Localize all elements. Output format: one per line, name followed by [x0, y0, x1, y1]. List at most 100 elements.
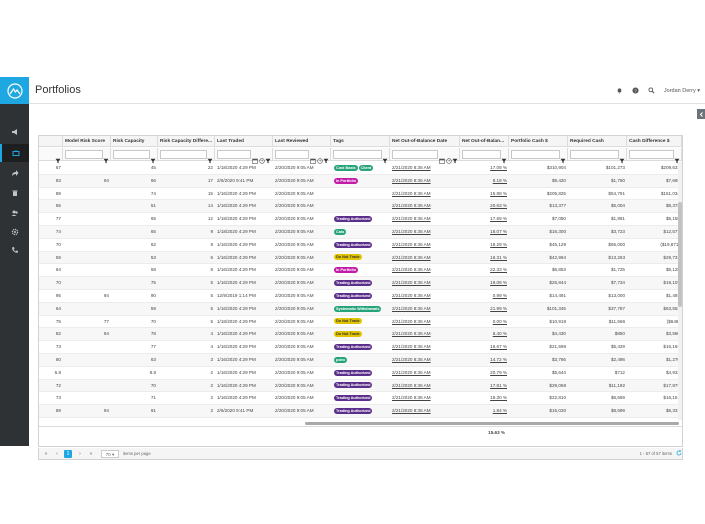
header-portfolio-cash-col[interactable]: Portfolio Cash $ [509, 136, 568, 147]
table-row[interactable]: 60 63 3 1/16/2020 4:29 PM 2/20/2020 9:05 AM p… [39, 354, 682, 367]
cell-net-out-of-balance-date-col[interactable]: 2/21/2020 8:36 AM [390, 188, 460, 201]
tag-badge[interactable]: Trading Authorized [334, 343, 373, 350]
table-row[interactable]: 83 94 66 17 2/6/2020 9:41 PM 2/20/2020 9:05 A… [39, 174, 682, 188]
search-button[interactable] [644, 77, 660, 104]
notifications-button[interactable] [612, 77, 628, 104]
table-row[interactable]: 89 94 91 2 2/6/2020 9:41 PM 2/20/2020 9:05 AM… [39, 405, 682, 418]
table-row[interactable]: 95 94 90 5 12/9/2019 1:14 PM 2/20/2020 9:05 A… [39, 290, 682, 303]
filter-funnel-icon[interactable] [103, 151, 109, 164]
cell-net-out-of-balance-date-col[interactable]: 2/21/2020 8:36 AM [390, 200, 460, 213]
cell-net-out-of-balance-col[interactable]: 19.30 % [460, 392, 509, 405]
cell-net-out-of-balance-col[interactable]: 20.79 % [460, 367, 509, 380]
header-net-out-of-balance-date-col[interactable]: Net Out-of-Balance Date [390, 136, 460, 147]
tag-badge[interactable]: Trading Authorized [334, 369, 373, 376]
table-row[interactable]: 65 51 14 1/16/2020 4:29 PM 2/20/2020 9:05 AM… [39, 200, 682, 214]
tag-badge[interactable]: Trading Authorized [334, 279, 373, 286]
filter-funnel-icon[interactable] [501, 151, 507, 164]
cell-net-out-of-balance-date-col[interactable]: 2/21/2020 8:36 AM [390, 252, 460, 265]
tag-badge[interactable]: Cost Basis [334, 164, 358, 171]
header-tags-col[interactable]: Tags [331, 136, 390, 147]
filter-funnel-icon[interactable] [619, 151, 625, 164]
cell-net-out-of-balance-date-col[interactable]: 2/21/2020 8:36 AM [390, 213, 460, 226]
table-row[interactable]: 59 53 6 1/16/2020 4:29 PM 2/20/2020 9:05 AM D… [39, 251, 682, 265]
vertical-scroll-thumb[interactable] [678, 202, 682, 307]
cell-net-out-of-balance-col[interactable]: 19.08 % [460, 277, 509, 290]
cell-net-out-of-balance-col[interactable]: 15.88 % [460, 188, 509, 201]
cell-net-out-of-balance-col[interactable]: 1.84 % [460, 405, 509, 418]
header-model-risk-score-col[interactable]: Model Risk Score [63, 136, 111, 147]
cell-net-out-of-balance-date-col[interactable]: 2/21/2020 8:36 AM [390, 264, 460, 277]
calendar-icon[interactable] [439, 151, 445, 164]
tag-badge[interactable]: In Portfolio [334, 267, 359, 274]
user-menu[interactable]: Jordan Derry ▾ [664, 88, 700, 94]
cell-net-out-of-balance-date-col[interactable]: 2/21/2020 8:36 AM [390, 341, 460, 354]
cell-net-out-of-balance-date-col[interactable]: 2/21/2020 8:36 AM [390, 316, 460, 329]
filter-input[interactable] [217, 150, 251, 159]
filter-funnel-icon[interactable] [207, 151, 213, 164]
refresh-button[interactable] [675, 449, 683, 458]
calendar-icon[interactable] [252, 151, 258, 164]
page-size-select[interactable]: 70 ▾ [101, 450, 119, 458]
tag-badge[interactable]: Trading Authorized [334, 241, 373, 248]
tag-badge[interactable]: In Portfolio [334, 177, 359, 184]
cell-net-out-of-balance-date-col[interactable]: 2/21/2020 8:36 AM [390, 290, 460, 303]
sidebar-item-users[interactable] [0, 204, 29, 222]
pager-next-button[interactable]: › [76, 450, 84, 458]
tag-badge[interactable]: Systematic Withdrawals [334, 305, 382, 312]
filter-funnel-icon[interactable] [55, 151, 61, 164]
filter-funnel-icon[interactable] [674, 151, 680, 164]
cell-net-out-of-balance-date-col[interactable]: 2/21/2020 8:36 AM [390, 405, 460, 418]
tag-badge[interactable]: Client [358, 164, 374, 171]
filter-input[interactable] [629, 150, 674, 159]
filter-funnel-icon[interactable] [452, 151, 458, 164]
tag-badge[interactable]: Trading Authorized [334, 407, 373, 414]
cell-net-out-of-balance-date-col[interactable]: 2/21/2020 8:36 AM [390, 277, 460, 290]
filter-input[interactable] [511, 150, 560, 159]
pager-prev-button[interactable]: ‹ [53, 450, 61, 458]
table-row[interactable]: 73 77 4 1/16/2020 4:29 PM 2/20/2020 9:05 AM T… [39, 341, 682, 354]
cell-net-out-of-balance-col[interactable]: 17.81 % [460, 380, 509, 393]
filter-input[interactable] [570, 150, 619, 159]
table-row[interactable]: 67 45 22 1/18/2020 4:29 PM 2/20/2020 9:05 AM… [39, 162, 682, 175]
cell-net-out-of-balance-col[interactable]: 20.63 % [460, 200, 509, 213]
table-row[interactable]: 82 94 78 4 1/16/2020 4:29 PM 2/20/2020 9:05 A… [39, 328, 682, 342]
filter-funnel-icon[interactable] [323, 151, 329, 164]
tag-badge[interactable]: Trading Authorized [334, 292, 373, 299]
filter-input[interactable] [333, 150, 382, 159]
cell-net-out-of-balance-col[interactable]: 8.18 % [460, 175, 509, 188]
cell-net-out-of-balance-col[interactable]: 14.72 % [460, 354, 509, 367]
cell-net-out-of-balance-date-col[interactable]: 2/21/2020 8:36 AM [390, 303, 460, 316]
cell-net-out-of-balance-col[interactable]: 21.99 % [460, 303, 509, 316]
filter-input[interactable] [392, 150, 438, 159]
table-row[interactable]: 77 65 12 1/18/2020 4:29 PM 2/20/2020 9:05 AM… [39, 213, 682, 226]
cell-net-out-of-balance-date-col[interactable]: 2/21/2020 8:36 AM [390, 380, 460, 393]
table-row[interactable]: 70 62 8 1/16/2020 4:29 PM 2/20/2020 9:05 AM T… [39, 239, 682, 252]
table-row[interactable]: 6.8 8.8 2 1/16/2020 4:29 PM 2/20/2020 9:05 A… [39, 367, 682, 380]
panel-toggle-button[interactable] [697, 109, 705, 119]
filter-funnel-icon[interactable] [150, 151, 156, 164]
sidebar-item-announcements[interactable] [0, 123, 29, 141]
header-last-traded-col[interactable]: Last Traded [215, 136, 273, 147]
cell-net-out-of-balance-col[interactable]: 0.99 % [460, 290, 509, 303]
sidebar-item-reports[interactable] [0, 184, 29, 202]
header-risk-capacity-difference-col[interactable]: Risk Capacity Differe... [158, 136, 215, 147]
sidebar-item-settings[interactable] [0, 223, 29, 241]
cell-net-out-of-balance-date-col[interactable]: 2/21/2020 8:36 AM [390, 175, 460, 188]
table-row[interactable]: 64 59 5 1/16/2020 4:29 PM 2/20/2020 9:05 AM S… [39, 302, 682, 316]
filter-funnel-icon[interactable] [382, 151, 388, 164]
cell-net-out-of-balance-date-col[interactable]: 2/21/2020 8:36 AM [390, 162, 460, 175]
filter-input[interactable] [160, 150, 207, 159]
header-required-cash-col[interactable]: Required Cash [568, 136, 627, 147]
tag-badge[interactable]: Do Not Trade [334, 254, 362, 261]
calendar-icon[interactable] [310, 151, 316, 164]
tag-badge[interactable]: Do Not Trade [334, 331, 362, 338]
header-last-reviewed-col[interactable]: Last Reviewed [273, 136, 331, 147]
header-cash-difference-col[interactable]: Cash Difference $ [627, 136, 682, 147]
sidebar-item-support[interactable] [0, 241, 29, 259]
cell-net-out-of-balance-col[interactable]: 6.40 % [460, 328, 509, 341]
header-row-label-col[interactable] [39, 136, 63, 147]
sidebar-item-trades[interactable] [0, 164, 29, 182]
table-row[interactable]: 73 71 2 1/16/2020 4:29 PM 2/20/2020 9:05 AM T… [39, 392, 682, 406]
help-button[interactable]: ? [628, 77, 644, 104]
app-logo[interactable] [0, 77, 29, 104]
